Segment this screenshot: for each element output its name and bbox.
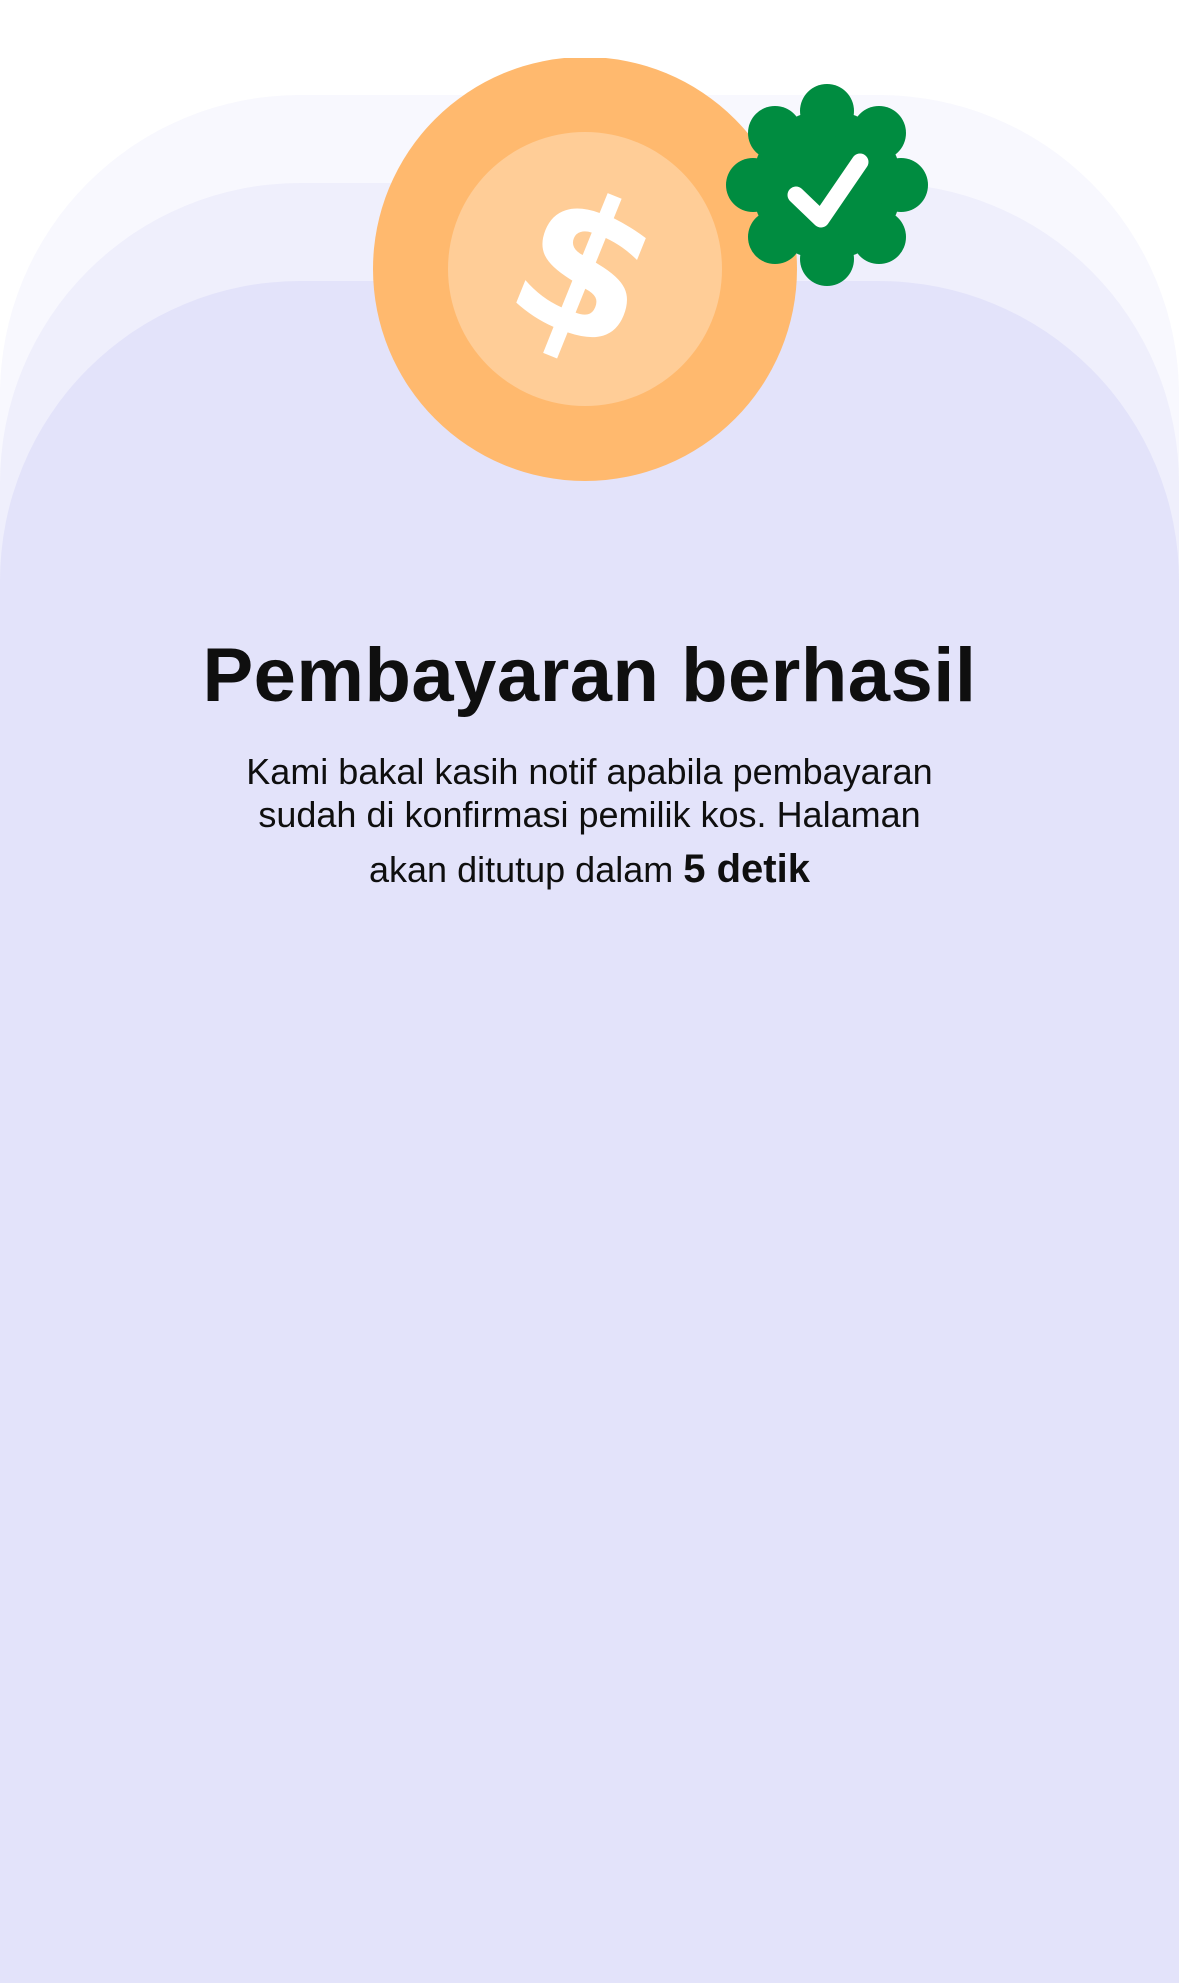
success-title: Pembayaran berhasil [202,633,977,718]
message-line-2: sudah di konfirmasi pemilik kos. Halaman [258,794,921,835]
payment-success-illustration: $ [373,58,928,481]
success-content: Pembayaran berhasil Kami bakal kasih not… [0,620,1179,891]
message-line-3-wrapper: akan ditutup dalam 5 detik [180,848,1000,891]
verified-check-badge-icon [726,84,928,286]
background-sheet-front [0,281,1179,1983]
payment-success-screen: $ Pembayaran berhasil Kami bakal kasih n… [0,0,1179,1983]
dollar-coin-icon: $ [373,58,797,481]
message-line-3: akan ditutup dalam [369,849,674,890]
success-message: Kami bakal kasih notif apabila pembayara… [180,750,1000,891]
message-line-1: Kami bakal kasih notif apabila pembayara… [246,751,933,792]
countdown-timer: 5 detik [683,847,810,891]
